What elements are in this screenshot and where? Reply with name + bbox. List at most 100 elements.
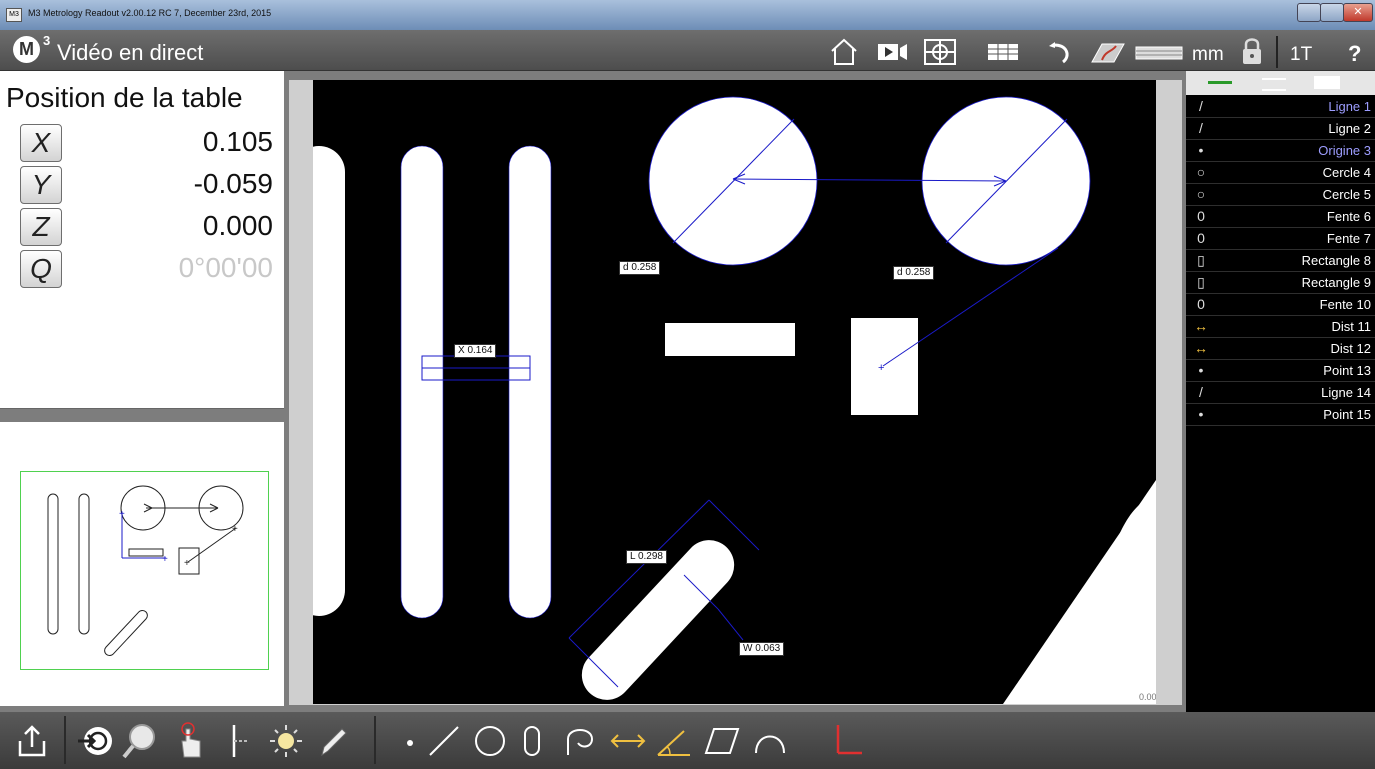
pencil-icon[interactable] xyxy=(314,721,354,761)
m3-logo-superscript: 3 xyxy=(43,33,51,48)
feature-item[interactable]: ○ Cercle 4 xyxy=(1186,162,1375,184)
light-icon[interactable] xyxy=(266,721,306,761)
feature-label: Point 15 xyxy=(1323,407,1371,422)
feature-label: Cercle 4 xyxy=(1322,165,1371,180)
slot-icon: 0 xyxy=(1197,208,1205,224)
touch-icon[interactable] xyxy=(1088,38,1128,66)
feature-label: Fente 7 xyxy=(1326,231,1371,246)
diameter-label-2[interactable]: d 0.258 xyxy=(893,266,935,280)
feature-item[interactable]: • Origine 3 xyxy=(1186,140,1375,162)
distance-icon[interactable] xyxy=(608,721,648,761)
feature-item[interactable]: ○ Cercle 5 xyxy=(1186,184,1375,206)
origin-icon: • xyxy=(1198,142,1204,158)
feature-item[interactable]: ↔ Dist 12 xyxy=(1186,338,1375,360)
q-axis-button[interactable]: Q xyxy=(20,250,62,288)
window-title-bar: M3 M3 Metrology Readout v2.00.12 RC 7, D… xyxy=(0,0,1375,30)
feature-label: Origine 3 xyxy=(1318,143,1371,158)
position-title: Position de la table xyxy=(6,82,243,113)
y-axis-button[interactable]: Y xyxy=(20,166,62,204)
live-video-view[interactable]: + d 0.258 d 0.258 X 0.164 L 0.298 W 0.06… xyxy=(313,80,1156,704)
magnifier-icon[interactable] xyxy=(120,721,160,761)
feature-item[interactable]: 0 Fente 7 xyxy=(1186,228,1375,250)
feature-item[interactable]: ↔ Dist 11 xyxy=(1186,316,1375,338)
minimize-button[interactable] xyxy=(1297,3,1321,22)
probe-selector[interactable]: 1T xyxy=(1290,44,1312,66)
svg-text:+: + xyxy=(119,509,125,520)
feature-item[interactable]: ▯ Rectangle 9 xyxy=(1186,272,1375,294)
arc-icon[interactable] xyxy=(750,721,790,761)
crosshair-icon[interactable] xyxy=(922,38,958,66)
slot-icon: 0 xyxy=(1197,296,1205,312)
width-label[interactable]: W 0.063 xyxy=(739,642,785,656)
line-icon: / xyxy=(1199,98,1203,114)
origin-axes-icon[interactable] xyxy=(826,721,866,761)
feature-label: Ligne 14 xyxy=(1321,385,1371,400)
parallelogram-icon[interactable] xyxy=(702,721,742,761)
double-line-icon[interactable] xyxy=(1262,78,1286,91)
window-title: M3 Metrology Readout v2.00.12 RC 7, Dece… xyxy=(28,8,272,18)
keyboard-icon[interactable] xyxy=(1134,38,1184,66)
feature-item[interactable]: / Ligne 1 xyxy=(1186,96,1375,118)
distance-icon: ↔ xyxy=(1194,318,1208,334)
feature-label: Dist 12 xyxy=(1330,341,1371,356)
feature-item[interactable]: ▯ Rectangle 8 xyxy=(1186,250,1375,272)
feature-item[interactable]: • Point 13 xyxy=(1186,360,1375,382)
q-axis-value: 0°00'00 xyxy=(178,252,273,283)
feature-item[interactable]: 0 Fente 6 xyxy=(1186,206,1375,228)
header-separator xyxy=(1276,36,1278,68)
unit-toggle[interactable]: mm xyxy=(1192,44,1224,66)
x-distance-label[interactable]: X 0.164 xyxy=(454,344,497,358)
toolbar-separator xyxy=(64,716,66,764)
lock-icon[interactable] xyxy=(1241,37,1263,65)
m3-logo: M xyxy=(13,36,40,63)
length-label[interactable]: L 0.298 xyxy=(626,550,667,564)
part-overview-map[interactable]: + + + + xyxy=(20,471,269,670)
svg-text:+: + xyxy=(878,362,884,374)
circle-icon: ○ xyxy=(1196,164,1206,180)
feature-item[interactable]: / Ligne 14 xyxy=(1186,382,1375,404)
distance-icon: ↔ xyxy=(1194,340,1208,356)
z-axis-button[interactable]: Z xyxy=(20,208,62,246)
toolbar-separator xyxy=(374,716,376,764)
svg-text:+: + xyxy=(162,554,168,565)
x-axis-button[interactable]: X xyxy=(20,124,62,162)
line-icon[interactable] xyxy=(424,721,464,761)
feature-item[interactable]: 0 Fente 10 xyxy=(1186,294,1375,316)
feature-label: Rectangle 9 xyxy=(1301,275,1371,290)
circle-icon: ○ xyxy=(1196,186,1206,202)
line-icon: / xyxy=(1199,120,1203,136)
feature-label: Rectangle 8 xyxy=(1301,253,1371,268)
probe-target-icon[interactable] xyxy=(74,721,114,761)
help-button[interactable]: ? xyxy=(1348,41,1361,67)
single-line-icon[interactable] xyxy=(1208,81,1232,84)
line-icon: / xyxy=(1199,384,1203,400)
hand-touch-icon[interactable] xyxy=(170,721,210,761)
edge-tool-icon[interactable] xyxy=(218,721,258,761)
angle-icon[interactable] xyxy=(654,721,694,761)
z-axis-value: 0.000 xyxy=(202,210,273,241)
curve-icon[interactable] xyxy=(560,721,600,761)
table-icon[interactable] xyxy=(985,38,1021,66)
zoom-readout: 0.00900 xyxy=(1139,692,1156,702)
home-icon[interactable] xyxy=(829,38,859,66)
point-icon: • xyxy=(1198,362,1204,378)
feature-item[interactable]: / Ligne 2 xyxy=(1186,118,1375,140)
block-icon[interactable] xyxy=(1314,76,1340,89)
feature-label: Cercle 5 xyxy=(1322,187,1371,202)
maximize-button[interactable] xyxy=(1320,3,1344,22)
rectangle-icon: ▯ xyxy=(1197,252,1205,268)
page-title: Vidéo en direct xyxy=(57,40,204,65)
slot-icon[interactable] xyxy=(512,721,552,761)
diameter-label-1[interactable]: d 0.258 xyxy=(619,261,661,275)
video-camera-icon[interactable] xyxy=(876,38,910,66)
export-icon[interactable] xyxy=(12,721,52,761)
feature-item[interactable]: • Point 15 xyxy=(1186,404,1375,426)
feature-label: Dist 11 xyxy=(1331,319,1372,334)
svg-text:+: + xyxy=(232,524,238,535)
undo-icon[interactable] xyxy=(1041,38,1077,66)
slot-icon: 0 xyxy=(1197,230,1205,246)
point-icon: • xyxy=(1198,406,1204,422)
y-axis-value: -0.059 xyxy=(193,168,273,199)
close-button[interactable]: ✕ xyxy=(1343,3,1373,22)
circle-icon[interactable] xyxy=(470,721,510,761)
